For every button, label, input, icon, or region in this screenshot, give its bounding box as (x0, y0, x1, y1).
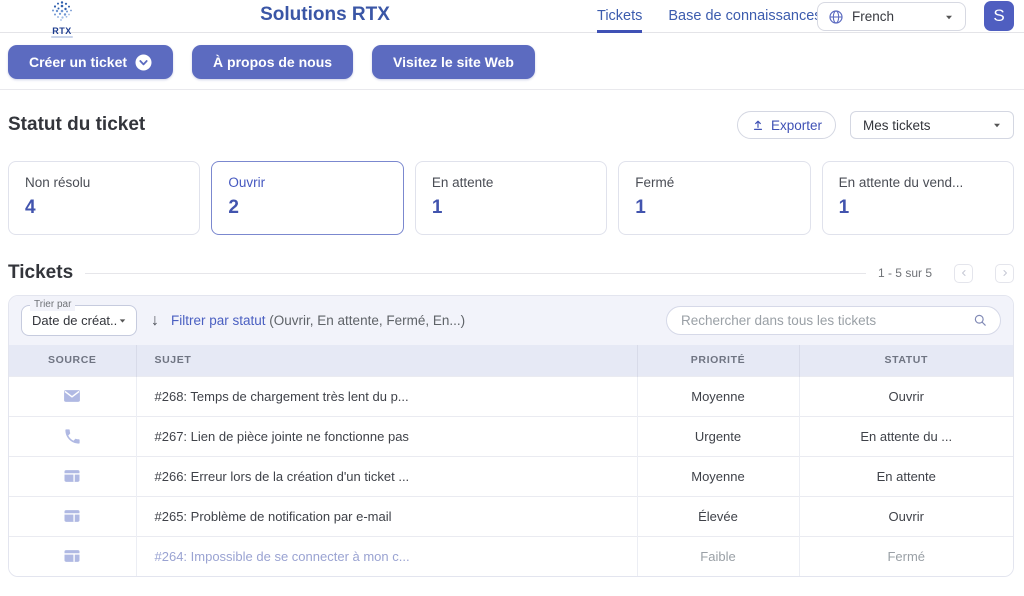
status-card-label: Non résolu (25, 175, 183, 190)
status-card-closed[interactable]: Fermé 1 (618, 161, 810, 235)
table-header-row: SOURCE SUJET PRIORITÉ STATUT (9, 345, 1013, 376)
pagination-next-button[interactable] (995, 264, 1014, 283)
status-card-count: 1 (432, 197, 590, 219)
tickets-table-container: Trier par Date de créat... ↓ Filtrer par… (8, 295, 1014, 577)
ticket-priority: Élevée (637, 496, 799, 536)
action-buttons-row: Créer un ticket À propos de nous Visitez… (0, 33, 1024, 90)
pagination-prev-button[interactable] (954, 264, 973, 283)
globe-icon (828, 9, 844, 25)
sort-direction-icon[interactable]: ↓ (151, 312, 159, 330)
about-us-button[interactable]: À propos de nous (192, 45, 353, 79)
visit-website-button[interactable]: Visitez le site Web (372, 45, 535, 79)
filter-by-status: Filtrer par statut (Ouvrir, En attente, … (171, 313, 465, 328)
ticket-status: Fermé (799, 536, 1013, 576)
sort-by-value: Date de créat... (32, 313, 117, 328)
portal-source-icon (62, 546, 82, 566)
table-row[interactable]: #264: Impossible de se connecter à mon c… (9, 536, 1013, 576)
brand-logo[interactable]: RTX (42, 0, 82, 38)
tab-tickets[interactable]: Tickets (597, 0, 642, 33)
status-card-unresolved[interactable]: Non résolu 4 (8, 161, 200, 235)
header-tabs: Tickets Base de connaissances (597, 0, 822, 33)
language-value: French (852, 9, 935, 24)
ticket-status: Ouvrir (799, 496, 1013, 536)
phone-source-icon (63, 427, 82, 446)
chevron-down-icon (117, 315, 128, 326)
status-card-label: Ouvrir (228, 175, 386, 190)
search-icon[interactable] (973, 313, 988, 328)
column-header-priority: PRIORITÉ (637, 345, 799, 376)
tab-knowledge-base[interactable]: Base de connaissances (668, 0, 821, 33)
chevron-right-icon (1000, 268, 1010, 278)
email-source-icon (62, 386, 82, 406)
status-card-label: En attente du vend... (839, 175, 997, 190)
ticket-subject-link[interactable]: #266: Erreur lors de la création d'un ti… (136, 456, 637, 496)
tickets-section-title: Tickets (8, 262, 73, 284)
status-section-header: Statut du ticket Exporter Mes tickets (8, 111, 1014, 139)
language-selector[interactable]: French (817, 2, 966, 31)
column-header-subject: SUJET (136, 345, 637, 376)
top-header: RTX Solutions RTX Tickets Base de connai… (0, 0, 1024, 33)
portal-source-icon (62, 466, 82, 486)
pagination-info: 1 - 5 sur 5 (878, 266, 932, 280)
column-header-status: STATUT (799, 345, 1013, 376)
status-card-label: Fermé (635, 175, 793, 190)
ticket-status: En attente (799, 456, 1013, 496)
ticket-scope-dropdown[interactable]: Mes tickets (850, 111, 1014, 139)
status-card-count: 1 (635, 197, 793, 219)
ticket-subject-link[interactable]: #265: Problème de notification par e-mai… (136, 496, 637, 536)
tickets-toolbar: Trier par Date de créat... ↓ Filtrer par… (9, 296, 1013, 345)
logo-subtitle (51, 36, 73, 38)
ticket-subject-link[interactable]: #268: Temps de chargement très lent du p… (136, 376, 637, 416)
visit-website-label: Visitez le site Web (393, 54, 514, 70)
filter-by-status-link[interactable]: Filtrer par statut (171, 313, 266, 328)
chevron-down-circle-icon (135, 54, 152, 71)
status-card-waiting-vendor[interactable]: En attente du vend... 1 (822, 161, 1014, 235)
table-row[interactable]: #265: Problème de notification par e-mai… (9, 496, 1013, 536)
ticket-priority: Urgente (637, 416, 799, 456)
chevron-down-icon (991, 119, 1003, 131)
status-section-title: Statut du ticket (8, 114, 145, 136)
export-button[interactable]: Exporter (737, 111, 836, 139)
sort-by-dropdown[interactable]: Trier par Date de créat... (21, 305, 137, 336)
ticket-status: Ouvrir (799, 376, 1013, 416)
ticket-priority: Moyenne (637, 456, 799, 496)
search-container (666, 306, 1001, 335)
status-card-count: 1 (839, 197, 997, 219)
page-title: Solutions RTX (260, 4, 390, 26)
status-card-count: 2 (228, 197, 386, 219)
create-ticket-button[interactable]: Créer un ticket (8, 45, 173, 79)
table-row[interactable]: #268: Temps de chargement très lent du p… (9, 376, 1013, 416)
logo-globe-icon (50, 0, 74, 22)
table-row[interactable]: #266: Erreur lors de la création d'un ti… (9, 456, 1013, 496)
create-ticket-label: Créer un ticket (29, 54, 127, 70)
ticket-priority: Moyenne (637, 376, 799, 416)
about-us-label: À propos de nous (213, 54, 332, 70)
filter-by-status-detail: (Ouvrir, En attente, Fermé, En...) (266, 313, 466, 328)
chevron-left-icon (959, 268, 969, 278)
column-header-source: SOURCE (9, 345, 136, 376)
ticket-subject-link[interactable]: #264: Impossible de se connecter à mon c… (136, 536, 637, 576)
avatar[interactable]: S (984, 1, 1014, 31)
tickets-section-header: Tickets 1 - 5 sur 5 (8, 262, 1014, 284)
sort-by-label: Trier par (30, 299, 75, 311)
status-card-count: 4 (25, 197, 183, 219)
portal-source-icon (62, 506, 82, 526)
ticket-status: En attente du ... (799, 416, 1013, 456)
ticket-priority: Faible (637, 536, 799, 576)
search-input[interactable] (681, 313, 973, 328)
status-card-label: En attente (432, 175, 590, 190)
upload-icon (751, 118, 765, 132)
export-label: Exporter (771, 118, 822, 133)
tickets-table: SOURCE SUJET PRIORITÉ STATUT #268: Temps… (9, 345, 1013, 576)
status-card-open[interactable]: Ouvrir 2 (211, 161, 403, 235)
status-card-pending[interactable]: En attente 1 (415, 161, 607, 235)
ticket-scope-value: Mes tickets (863, 118, 991, 133)
status-cards: Non résolu 4 Ouvrir 2 En attente 1 Fermé… (8, 161, 1014, 235)
table-row[interactable]: #267: Lien de pièce jointe ne fonctionne… (9, 416, 1013, 456)
ticket-subject-link[interactable]: #267: Lien de pièce jointe ne fonctionne… (136, 416, 637, 456)
chevron-down-icon (943, 11, 955, 23)
divider (85, 273, 866, 274)
logo-brand-text: RTX (42, 27, 82, 35)
